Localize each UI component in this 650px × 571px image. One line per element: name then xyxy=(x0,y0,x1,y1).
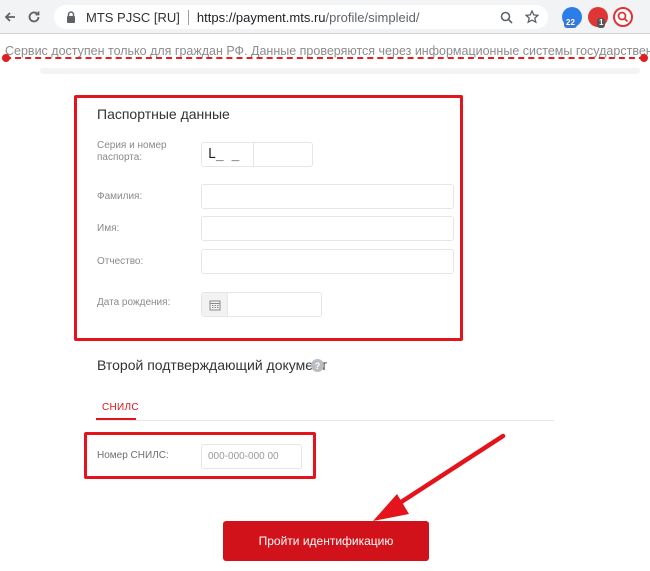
url-path: /profile/simpleid/ xyxy=(325,9,420,25)
highlight-dot-right xyxy=(640,54,648,62)
address-bar[interactable]: MTS PJSC [RU] https://payment.mts.ru/pro… xyxy=(54,5,548,29)
identification-submit-button[interactable]: Пройти идентификацию xyxy=(223,521,429,561)
name-input[interactable] xyxy=(201,216,454,241)
passport-section-title: Паспортные данные xyxy=(97,106,230,122)
patronymic-input[interactable] xyxy=(201,249,454,274)
back-arrow-icon[interactable] xyxy=(0,7,20,27)
name-label: Имя: xyxy=(97,223,120,234)
faded-text-line xyxy=(40,68,640,74)
snils-placeholder: 000-000-000 00 xyxy=(208,451,279,462)
zoom-icon[interactable] xyxy=(498,9,514,25)
passport-field-divider xyxy=(253,143,254,166)
notice-highlight-line xyxy=(5,57,645,59)
highlight-dot-left xyxy=(2,54,10,62)
patronymic-label: Отчество: xyxy=(97,256,144,267)
service-notice: Сервис доступен только для граждан РФ. Д… xyxy=(5,44,650,58)
calendar-icon[interactable] xyxy=(202,293,228,316)
url-separator xyxy=(187,9,189,25)
second-document-title: Второй подтверждающий документ xyxy=(97,357,328,373)
extension-badge: 22 xyxy=(564,18,577,28)
tab-divider xyxy=(96,420,554,421)
bookmark-star-icon[interactable] xyxy=(524,9,540,25)
extension-search-icon[interactable] xyxy=(613,7,633,27)
birthdate-label: Дата рождения: xyxy=(97,297,171,308)
passport-series-value: L_ _ xyxy=(208,147,240,162)
surname-label: Фамилия: xyxy=(97,191,143,202)
extension-shield-icon[interactable]: 1 xyxy=(588,7,608,28)
help-icon[interactable]: ? xyxy=(311,359,324,372)
extension-cloud-icon[interactable]: 22 xyxy=(562,7,582,28)
passport-series-input[interactable]: L_ _ xyxy=(201,142,313,167)
snils-label: Номер СНИЛС: xyxy=(97,450,169,461)
extension-badge: 1 xyxy=(597,18,606,28)
snils-input[interactable]: 000-000-000 00 xyxy=(201,444,302,469)
lock-icon xyxy=(67,11,75,23)
passport-series-label: Серия и номер паспорта: xyxy=(97,140,167,163)
url-host: https://payment.mts.ru xyxy=(196,9,326,25)
tab-snils[interactable]: СНИЛС xyxy=(102,402,139,413)
birthdate-input[interactable] xyxy=(201,292,322,317)
site-identity: MTS PJSC [RU] xyxy=(86,9,180,25)
surname-input[interactable] xyxy=(201,184,454,209)
browser-toolbar: MTS PJSC [RU] https://payment.mts.ru/pro… xyxy=(0,0,650,34)
reload-icon[interactable] xyxy=(24,7,44,27)
